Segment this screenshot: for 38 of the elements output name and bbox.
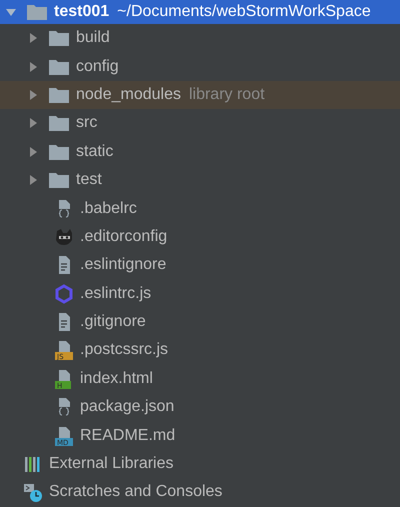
tree-item[interactable]: node_modules	[76, 86, 181, 104]
tree-item[interactable]: .eslintrc.js	[80, 284, 152, 303]
mascot-icon	[54, 226, 74, 247]
tree-item[interactable]: .eslintignore	[80, 256, 166, 274]
tree-item[interactable]: .babelrc	[80, 200, 137, 218]
tree-item[interactable]: .editorconfig	[80, 228, 168, 246]
folder-icon	[49, 172, 69, 188]
expand-arrow-icon[interactable]	[27, 88, 39, 101]
folder-icon	[49, 144, 69, 160]
tree-item[interactable]: .gitignore	[80, 313, 146, 332]
folder-icon	[27, 4, 47, 20]
expand-arrow-icon[interactable]	[27, 117, 39, 130]
tree-item[interactable]: static	[76, 142, 114, 161]
tree-item[interactable]: src	[76, 114, 98, 132]
console-clock-icon	[23, 482, 43, 502]
tree-item[interactable]: test001 ~/Documents/webStormWorkSpace	[0, 0, 400, 24]
tree-item[interactable]: build	[76, 29, 110, 48]
project-name: test001	[54, 3, 110, 21]
expand-arrow-icon[interactable]	[27, 174, 39, 186]
tree-item[interactable]: config	[76, 58, 119, 76]
tree-item[interactable]: External Libraries	[49, 455, 174, 474]
expand-arrow-icon[interactable]	[27, 60, 39, 73]
hexagon-icon	[54, 284, 74, 304]
project-path: ~/Documents/webStormWorkSpace	[117, 3, 371, 21]
tree-item[interactable]: package.json	[80, 398, 174, 416]
folder-icon	[49, 115, 69, 132]
tree-item[interactable]: Scratches and Consoles	[49, 483, 222, 502]
expand-arrow-icon[interactable]	[5, 6, 17, 18]
tree-item[interactable]: README.md	[80, 426, 176, 445]
folder-icon	[49, 58, 69, 75]
tree-item[interactable]: index.html	[80, 370, 153, 388]
expand-arrow-icon[interactable]	[27, 146, 39, 158]
library-root-label: library root	[188, 86, 265, 104]
tree-item[interactable]: .postcssrc.js	[80, 341, 168, 360]
folder-icon	[49, 86, 69, 103]
expand-arrow-icon[interactable]	[27, 32, 39, 44]
folder-icon	[49, 30, 69, 46]
tree-item[interactable]: test	[76, 171, 102, 190]
